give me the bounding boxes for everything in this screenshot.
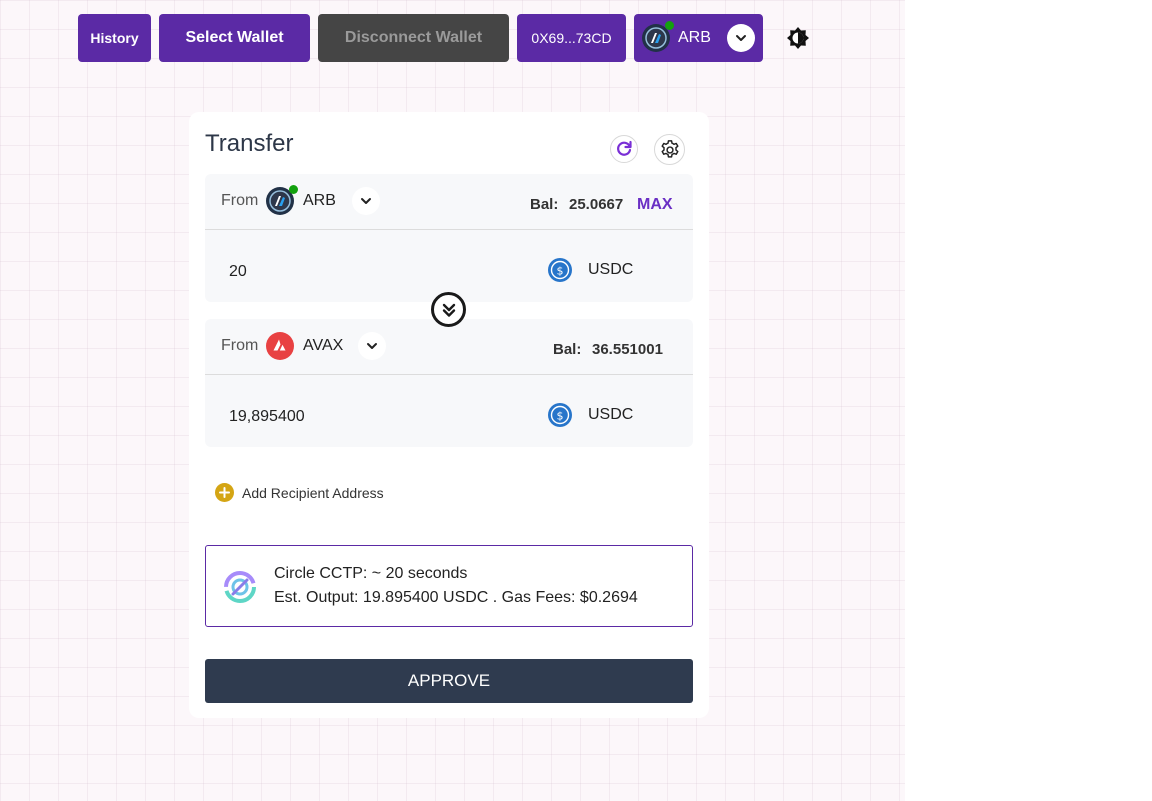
to-chain-name: AVAX: [303, 337, 344, 354]
to-chain-dropdown[interactable]: [358, 332, 386, 360]
double-chevron-down-icon: [442, 303, 455, 317]
history-button[interactable]: History: [78, 14, 151, 62]
chevron-down-icon[interactable]: [727, 24, 755, 52]
svg-text:$: $: [557, 264, 564, 277]
network-selector-button[interactable]: ARB: [634, 14, 763, 62]
theme-toggle-button[interactable]: [786, 26, 810, 50]
to-label: From: [221, 337, 259, 354]
card-title: Transfer: [205, 130, 294, 157]
svg-text:$: $: [557, 409, 564, 422]
from-chain-dropdown[interactable]: [352, 187, 380, 215]
avalanche-icon: [266, 332, 294, 360]
max-button[interactable]: MAX: [637, 196, 673, 214]
online-status-dot: [665, 21, 674, 30]
network-label: ARB: [678, 29, 711, 46]
to-balance-label: Bal:: [553, 341, 582, 358]
add-recipient-button[interactable]: Add Recipient Address: [215, 483, 384, 502]
usdc-icon: $: [548, 403, 572, 427]
transfer-card: Transfer From ARB Bal: 25.0667 MAX 20 $ …: [189, 112, 709, 718]
to-panel: From AVAX Bal: 36.551001 $ USDC: [205, 319, 693, 447]
from-token-name: USDC: [588, 261, 634, 278]
add-recipient-label: Add Recipient Address: [242, 484, 384, 501]
online-status-dot: [289, 185, 298, 194]
approve-button[interactable]: APPROVE: [205, 659, 693, 703]
from-balance-value: 25.0667: [569, 196, 624, 213]
from-chain-name: ARB: [303, 192, 336, 209]
brightness-icon: [787, 27, 809, 49]
from-amount-input[interactable]: [229, 261, 429, 283]
plus-icon: [215, 483, 234, 502]
route-output-text: Est. Output: 19.895400 USDC . Gas Fees: …: [274, 589, 638, 606]
refresh-icon: [617, 140, 632, 156]
from-balance-label: Bal:: [530, 196, 559, 213]
disconnect-wallet-button[interactable]: Disconnect Wallet: [318, 14, 509, 62]
settings-button[interactable]: [654, 134, 685, 165]
chevron-down-icon: [367, 343, 377, 349]
from-panel-header: From ARB Bal: 25.0667 MAX: [205, 174, 693, 230]
circle-cctp-icon: [224, 571, 256, 603]
from-label: From: [221, 192, 259, 209]
swap-direction-button[interactable]: [431, 292, 466, 327]
chevron-down-icon: [361, 198, 371, 204]
usdc-icon: $: [548, 258, 572, 282]
network-icon-wrap: [642, 21, 674, 52]
to-token-name: USDC: [588, 406, 634, 423]
route-info-box: Circle CCTP: ~ 20 seconds Est. Output: 1…: [205, 545, 693, 627]
wallet-address-button[interactable]: 0X69...73CD: [517, 14, 626, 62]
route-time-text: Circle CCTP: ~ 20 seconds: [274, 565, 468, 582]
from-chain-icon-wrap: [266, 185, 298, 215]
to-panel-header: From AVAX Bal: 36.551001: [205, 319, 693, 375]
to-amount-input[interactable]: [229, 406, 429, 428]
from-panel: From ARB Bal: 25.0667 MAX $: [205, 174, 693, 302]
select-wallet-button[interactable]: Select Wallet: [159, 14, 310, 62]
gear-icon: [660, 139, 679, 158]
refresh-button[interactable]: [610, 135, 638, 163]
to-chain-icon-wrap: [266, 332, 294, 360]
to-balance-value: 36.551001: [592, 341, 663, 358]
